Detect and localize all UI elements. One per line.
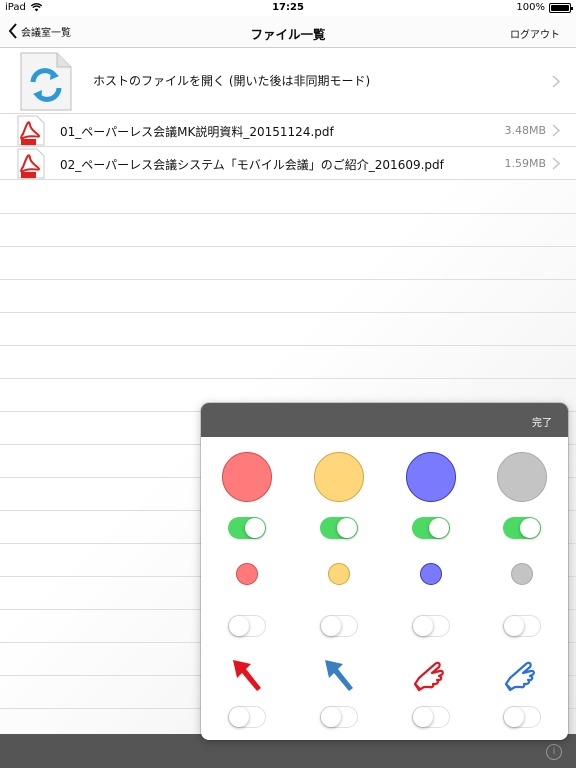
large-pointer-toggle-cell bbox=[293, 515, 385, 541]
info-icon[interactable]: i bbox=[546, 744, 562, 760]
pointer-style-toggle-switch[interactable] bbox=[412, 706, 450, 728]
battery-icon bbox=[549, 2, 573, 13]
list-separator bbox=[0, 378, 576, 379]
sync-document-icon bbox=[20, 52, 72, 111]
large-pointer-color-swatch[interactable] bbox=[497, 452, 547, 502]
large-pointer-color-cell bbox=[201, 451, 293, 503]
small-pointer-color-cell bbox=[293, 561, 385, 587]
switch-knob bbox=[229, 616, 249, 636]
switch-knob bbox=[245, 518, 265, 538]
large-pointer-toggle-switch[interactable] bbox=[228, 517, 266, 539]
switch-knob bbox=[520, 518, 540, 538]
small-pointer-color-swatch[interactable] bbox=[236, 563, 258, 585]
blue-arrow-icon[interactable] bbox=[323, 658, 355, 696]
large-pointer-color-swatch[interactable] bbox=[406, 452, 456, 502]
status-bar: iPad 17:25 100% bbox=[0, 0, 576, 16]
pointer-style-cell bbox=[476, 657, 568, 697]
blue-pointing-hand-icon[interactable] bbox=[504, 656, 540, 698]
large-pointer-color-swatch[interactable] bbox=[314, 452, 364, 502]
small-pointer-color-cell bbox=[476, 561, 568, 587]
file-row[interactable]: 02_ペーパーレス会議システム「モバイル会議」のご紹介_201609.pdf 1… bbox=[0, 147, 576, 180]
file-name: 02_ペーパーレス会議システム「モバイル会議」のご紹介_201609.pdf bbox=[60, 158, 444, 172]
switch-knob bbox=[229, 707, 249, 727]
large-pointer-color-swatch[interactable] bbox=[222, 452, 272, 502]
small-pointer-color-swatch[interactable] bbox=[511, 563, 533, 585]
pointer-style-toggle-switch[interactable] bbox=[228, 706, 266, 728]
small-pointer-toggle-cell bbox=[476, 613, 568, 639]
switch-knob bbox=[413, 707, 433, 727]
small-pointer-toggle-cell bbox=[201, 613, 293, 639]
small-pointer-color-swatch[interactable] bbox=[420, 563, 442, 585]
navigation-bar: 会議室一覧 ファイル一覧 ログアウト bbox=[0, 16, 576, 48]
small-pointer-color-cell bbox=[385, 561, 477, 587]
file-size: 1.59MB bbox=[504, 157, 546, 170]
red-arrow-icon[interactable] bbox=[231, 658, 263, 696]
pointer-style-toggle-cell bbox=[385, 704, 477, 730]
pointer-style-toggle-cell bbox=[201, 704, 293, 730]
pdf-file-icon bbox=[17, 115, 45, 146]
small-pointer-color-swatch[interactable] bbox=[328, 563, 350, 585]
pdf-file-icon bbox=[17, 148, 45, 179]
chevron-right-icon bbox=[552, 124, 560, 137]
list-separator bbox=[0, 345, 576, 346]
small-pointer-toggle-switch[interactable] bbox=[320, 615, 358, 637]
open-host-file-row[interactable]: ホストのファイルを開く (開いた後は非同期モード) bbox=[0, 48, 576, 114]
small-pointer-toggle-switch[interactable] bbox=[503, 615, 541, 637]
pointer-style-toggle-cell bbox=[476, 704, 568, 730]
pointer-style-toggle-cell bbox=[293, 704, 385, 730]
large-pointer-color-cell bbox=[476, 451, 568, 503]
chevron-right-icon bbox=[552, 75, 560, 88]
pointer-style-cell bbox=[385, 657, 477, 697]
red-pointing-hand-icon[interactable] bbox=[413, 656, 449, 698]
large-pointer-toggle-switch[interactable] bbox=[412, 517, 450, 539]
switch-knob bbox=[337, 518, 357, 538]
done-button[interactable]: 完了 bbox=[532, 414, 552, 429]
switch-knob bbox=[504, 616, 524, 636]
large-pointer-color-cell bbox=[385, 451, 477, 503]
small-pointer-toggle-switch[interactable] bbox=[412, 615, 450, 637]
large-pointer-toggle-cell bbox=[385, 515, 477, 541]
popover-header: 完了 bbox=[201, 403, 568, 437]
small-pointer-toggle-cell bbox=[293, 613, 385, 639]
battery-percent: 100% bbox=[516, 2, 545, 13]
pointer-style-cell bbox=[201, 657, 293, 697]
small-pointer-color-cell bbox=[201, 561, 293, 587]
page-title: ファイル一覧 bbox=[250, 27, 326, 42]
small-pointer-toggle-switch[interactable] bbox=[228, 615, 266, 637]
switch-knob bbox=[429, 518, 449, 538]
large-pointer-toggle-cell bbox=[201, 515, 293, 541]
file-size: 3.48MB bbox=[504, 124, 546, 137]
large-pointer-toggle-switch[interactable] bbox=[320, 517, 358, 539]
pointer-settings-popover: 完了 bbox=[201, 403, 568, 740]
list-separator bbox=[0, 246, 576, 247]
pointer-options-grid bbox=[201, 437, 568, 740]
switch-knob bbox=[504, 707, 524, 727]
list-separator bbox=[0, 213, 576, 214]
status-right: 100% bbox=[516, 2, 573, 13]
status-time: 17:25 bbox=[272, 2, 304, 13]
large-pointer-toggle-cell bbox=[476, 515, 568, 541]
list-separator bbox=[0, 312, 576, 313]
logout-button[interactable]: ログアウト bbox=[510, 26, 560, 41]
switch-knob bbox=[321, 616, 341, 636]
switch-knob bbox=[321, 707, 341, 727]
small-pointer-toggle-cell bbox=[385, 613, 477, 639]
list-separator bbox=[0, 279, 576, 280]
open-host-file-label: ホストのファイルを開く (開いた後は非同期モード) bbox=[93, 74, 371, 88]
file-list: ホストのファイルを開く (開いた後は非同期モード) 01_ペーパーレス会議MK説… bbox=[0, 48, 576, 180]
pointer-style-cell bbox=[293, 657, 385, 697]
switch-knob bbox=[413, 616, 433, 636]
pointer-style-toggle-switch[interactable] bbox=[503, 706, 541, 728]
file-row[interactable]: 01_ペーパーレス会議MK説明資料_20151124.pdf 3.48MB bbox=[0, 114, 576, 147]
file-name: 01_ペーパーレス会議MK説明資料_20151124.pdf bbox=[60, 125, 334, 139]
large-pointer-toggle-switch[interactable] bbox=[503, 517, 541, 539]
pointer-style-toggle-switch[interactable] bbox=[320, 706, 358, 728]
chevron-right-icon bbox=[552, 157, 560, 170]
large-pointer-color-cell bbox=[293, 451, 385, 503]
